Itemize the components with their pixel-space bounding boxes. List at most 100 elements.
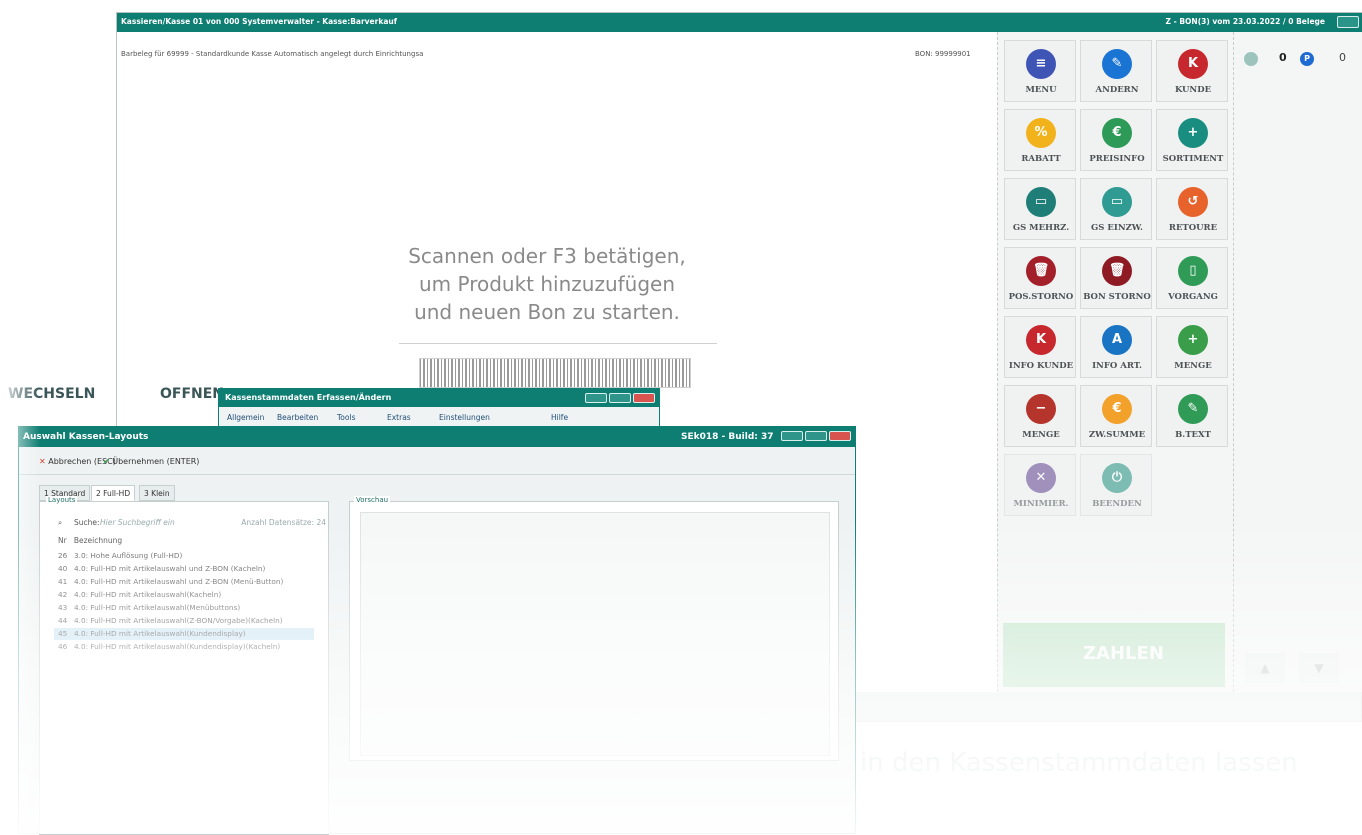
list-header: Nr Bezeichnung xyxy=(58,536,122,545)
list-item-text: 4.0: Full-HD mit Artikelauswahl(Z-BON/Vo… xyxy=(74,616,283,625)
list-item-text: 4.0: Full-HD mit Artikelauswahl(Kundendi… xyxy=(74,642,281,651)
list-item[interactable]: 42 4.0: Full-HD mit Artikelauswahl(Kachel… xyxy=(54,589,314,601)
layout-toolbar: ✕ Abbrechen (ESC) ✔ Übernehmen (ENTER) xyxy=(19,449,855,475)
function-button[interactable]: − MENGE xyxy=(1004,385,1076,447)
menu-edit[interactable]: Bearbeiten xyxy=(277,413,318,422)
list-item-nr: 43 xyxy=(58,603,68,612)
function-button-label: GS MEHRZ. xyxy=(1012,223,1070,233)
tab-small[interactable]: 3 Klein xyxy=(139,485,175,501)
apply-label: Übernehmen (ENTER) xyxy=(112,457,200,466)
list-item[interactable]: 40 4.0: Full-HD mit Artikelauswahl und Z-… xyxy=(54,563,314,575)
function-button[interactable]: ✎ ÄNDERN xyxy=(1080,40,1152,102)
function-button[interactable]: € ZW.SUMME xyxy=(1080,385,1152,447)
list-item[interactable]: 26 3.0: Hohe Auflösung (Full-HD) xyxy=(54,550,314,562)
function-button-label: MINIMIER. xyxy=(1013,499,1069,509)
function-button-label: INFO ART. xyxy=(1092,361,1142,371)
close-button[interactable] xyxy=(829,431,851,441)
function-button-label: ÄNDERN xyxy=(1095,85,1139,95)
function-button[interactable]: ✎ B.TEXT xyxy=(1156,385,1228,447)
search-input[interactable]: Hier Suchbegriff ein xyxy=(100,518,175,527)
function-button[interactable]: K INFO KUNDE xyxy=(1004,316,1076,378)
close-button[interactable] xyxy=(633,393,655,403)
list-item-text: 4.0: Full-HD mit Artikelauswahl(Menübutt… xyxy=(74,603,241,612)
function-button[interactable]: ↺ RETOURE xyxy=(1156,178,1228,240)
function-button[interactable]: 🗑 BON STORNO xyxy=(1080,247,1152,309)
maximize-button[interactable] xyxy=(805,431,827,441)
list-item-nr: 41 xyxy=(58,577,68,586)
window-restore-button[interactable] xyxy=(1337,16,1359,28)
pos-title: Kassieren/Kasse 01 von 000 Systemverwalt… xyxy=(121,17,397,26)
tab-full-hd[interactable]: 2 Full-HD xyxy=(91,485,136,501)
layout-tabs: 1 Standard 2 Full-HD 3 Klein xyxy=(39,485,339,501)
pencil-icon: ✎ xyxy=(1102,49,1132,79)
function-button[interactable]: ▯ VORGANG xyxy=(1156,247,1228,309)
function-button[interactable]: A INFO ART. xyxy=(1080,316,1152,378)
function-button-label: MENGE xyxy=(1174,361,1212,371)
list-item-nr: 45 xyxy=(58,629,68,638)
list-item-nr: 42 xyxy=(58,590,68,599)
quantity-plus-icon: + xyxy=(1178,325,1208,355)
scroll-up-button[interactable]: ▲ xyxy=(1245,653,1285,683)
menu-general[interactable]: Allgemein xyxy=(227,413,264,422)
restore-button[interactable] xyxy=(585,393,607,403)
list-item-text: 4.0: Full-HD mit Artikelauswahl(Kacheln) xyxy=(74,590,222,599)
pos-status: Z - BON(3) vom 23.03.2022 / 0 Belege xyxy=(1165,17,1325,26)
list-item-nr: 40 xyxy=(58,564,68,573)
scan-prompt-line: Scannen oder F3 betätigen, xyxy=(408,244,686,268)
function-button-label: BON STORNO xyxy=(1083,292,1151,302)
function-button[interactable]: + SORTIMENT xyxy=(1156,109,1228,171)
menu-extras[interactable]: Extras xyxy=(387,413,411,422)
list-item[interactable]: 41 4.0: Full-HD mit Artikelauswahl und Z-… xyxy=(54,576,314,588)
master-data-title: Kassenstammdaten Erfassen/Ändern xyxy=(225,393,392,402)
scan-prompt: Scannen oder F3 betätigen, um Produkt hi… xyxy=(337,242,757,326)
menu-tools[interactable]: Tools xyxy=(337,413,355,422)
function-button[interactable]: 🗑 POS.STORNO xyxy=(1004,247,1076,309)
divider xyxy=(399,343,717,344)
record-count: Anzahl Datensätze: 24 xyxy=(241,518,326,527)
function-button[interactable]: ≡ MENÜ xyxy=(1004,40,1076,102)
subtotal-icon: € xyxy=(1102,394,1132,424)
function-button[interactable]: % RABATT xyxy=(1004,109,1076,171)
menu-settings[interactable]: Einstellungen xyxy=(439,413,490,422)
layouts-group: Layouts ⌕ Suche: Hier Suchbegriff ein An… xyxy=(39,496,329,835)
column-description: Bezeichnung xyxy=(73,536,123,545)
function-button[interactable]: + MENGE xyxy=(1156,316,1228,378)
build-label: SEk018 - Build: 37 xyxy=(681,432,774,442)
quantity-minus-icon: − xyxy=(1026,394,1056,424)
background-button-label: WECHSELN xyxy=(8,386,96,402)
cancel-icon: ✕ xyxy=(39,457,46,466)
counter-value: 0 xyxy=(1339,51,1346,64)
function-button-label: VORGANG xyxy=(1168,292,1218,302)
search-label: Suche: xyxy=(74,518,100,527)
restore-button[interactable] xyxy=(781,431,803,441)
function-button-label: BEENDEN xyxy=(1092,499,1142,509)
function-button[interactable]: € PREISINFO xyxy=(1080,109,1152,171)
function-button[interactable]: ▭ GS MEHRZ. xyxy=(1004,178,1076,240)
list-item[interactable]: 45 4.0: Full-HD mit Artikelauswahl(Kunden… xyxy=(54,628,314,640)
function-button[interactable]: K KUNDE xyxy=(1156,40,1228,102)
apply-button[interactable]: ✔ Übernehmen (ENTER) xyxy=(103,457,199,466)
function-button-label: INFO KUNDE xyxy=(1008,361,1074,371)
list-item[interactable]: 46 4.0: Full-HD mit Artikelauswahl(Kunden… xyxy=(54,641,314,653)
list-item[interactable]: 44 4.0: Full-HD mit Artikelauswahl(Z-BON/… xyxy=(54,615,314,627)
function-button-label: POS.STORNO xyxy=(1008,292,1074,302)
return-icon: ↺ xyxy=(1178,187,1208,217)
function-button-label: MENÜ xyxy=(1025,85,1057,95)
menu-help[interactable]: Hilfe xyxy=(551,413,568,422)
function-button[interactable]: ✕ MINIMIER. xyxy=(1004,454,1076,516)
document-icon: ▯ xyxy=(1178,256,1208,286)
function-button[interactable]: ▭ GS EINZW. xyxy=(1080,178,1152,240)
list-item[interactable]: 43 4.0: Full-HD mit Artikelauswahl(Menübu… xyxy=(54,602,314,614)
layout-preview-image xyxy=(360,512,830,756)
preview-group: Vorschau xyxy=(349,496,839,761)
counter-value: 0 xyxy=(1279,51,1287,64)
scroll-down-button[interactable]: ▼ xyxy=(1299,653,1339,683)
check-icon: ✔ xyxy=(103,457,110,466)
text-icon: ✎ xyxy=(1178,394,1208,424)
pay-button[interactable]: ZAHLEN xyxy=(1003,623,1225,687)
function-button-label: B.TEXT xyxy=(1175,430,1211,440)
layout-selection-dialog: Auswahl Kassen-Layouts SEk018 - Build: 3… xyxy=(18,426,856,835)
maximize-button[interactable] xyxy=(609,393,631,403)
list-item-nr: 44 xyxy=(58,616,68,625)
function-button[interactable]: ⏻ BEENDEN xyxy=(1080,454,1152,516)
